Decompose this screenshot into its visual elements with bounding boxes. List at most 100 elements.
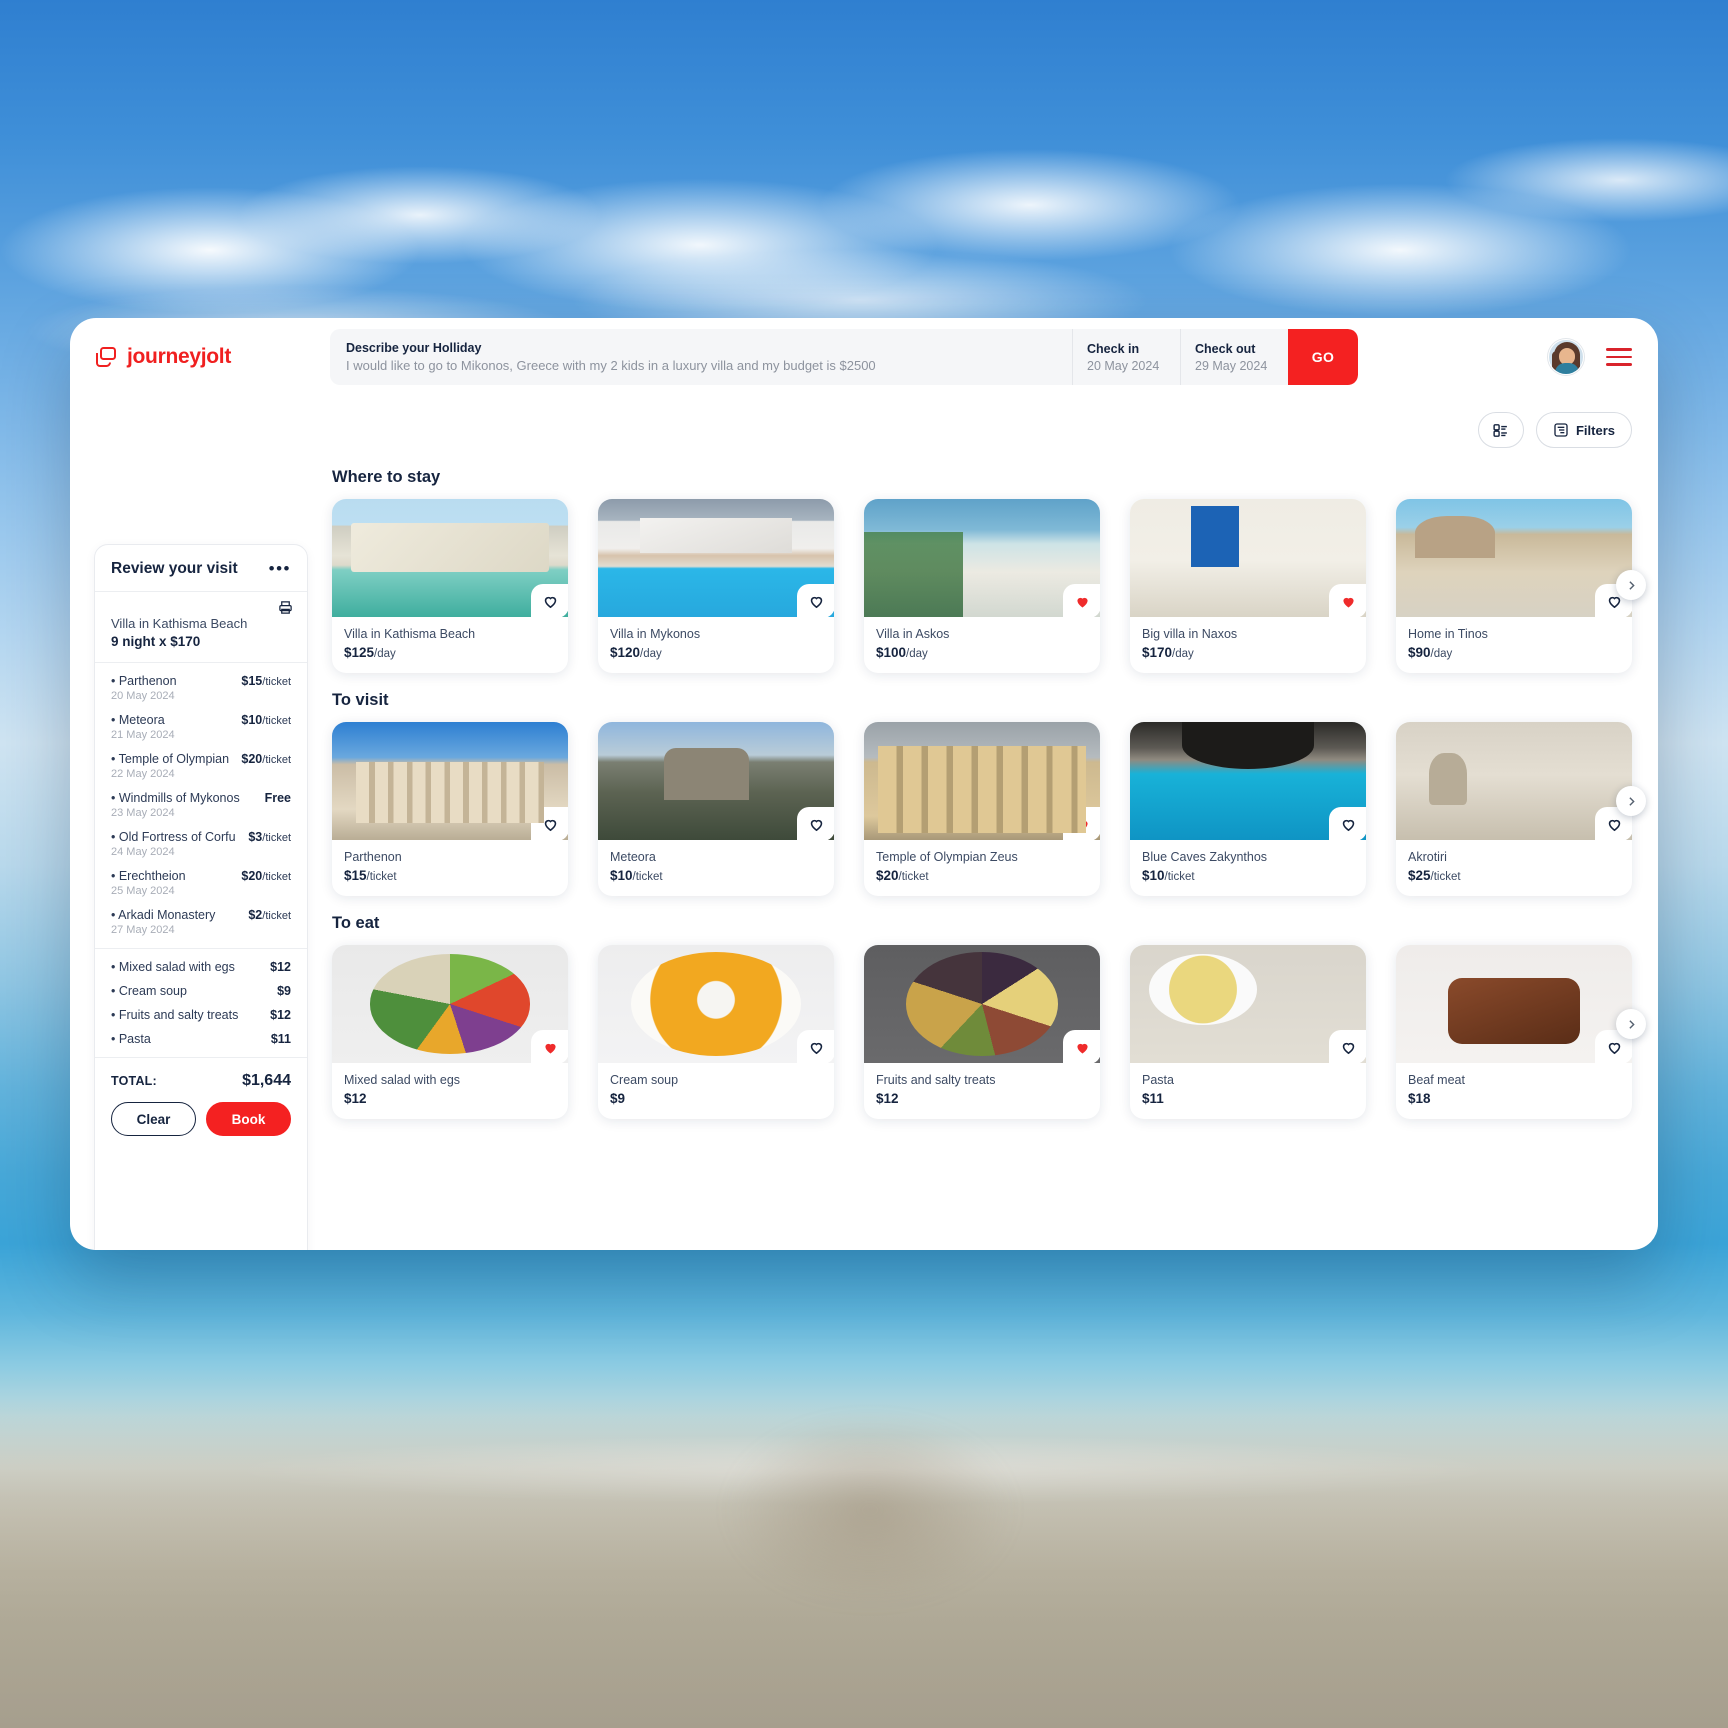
card-title: Villa in Kathisma Beach	[344, 627, 476, 641]
favorite-heart-icon[interactable]	[1063, 807, 1100, 841]
filter-icon	[1554, 423, 1568, 437]
checkin-field[interactable]: Check in 20 May 2024	[1072, 329, 1180, 385]
card-title: Temple of Olympian Zeus	[876, 850, 1018, 864]
card-title: Home in Tinos	[1408, 627, 1488, 641]
filters-button[interactable]: Filters	[1535, 412, 1632, 448]
visit-list-item[interactable]: • Old Fortress of Corfu $3/ticket 24 May 2…	[111, 830, 291, 858]
go-button[interactable]: GO	[1288, 329, 1358, 385]
favorite-heart-icon[interactable]	[1329, 807, 1366, 841]
food-list-item[interactable]: • Cream soup $9	[111, 984, 291, 998]
result-card[interactable]: Temple of Olympian Zeus $20/ticket	[864, 722, 1100, 896]
card-image	[864, 722, 1100, 841]
total-row: TOTAL: $1,644	[95, 1058, 307, 1102]
favorite-heart-icon[interactable]	[1329, 584, 1366, 618]
more-options-icon[interactable]: •••	[269, 560, 291, 577]
favorite-heart-icon[interactable]	[531, 1030, 568, 1064]
card-title: Beaf meat	[1408, 1073, 1465, 1087]
result-card[interactable]: Parthenon $15/ticket	[332, 722, 568, 896]
result-card[interactable]: Villa in Askos $100/day	[864, 499, 1100, 673]
food-list-item[interactable]: • Pasta $11	[111, 1032, 291, 1046]
favorite-heart-icon[interactable]	[531, 807, 568, 841]
clear-button[interactable]: Clear	[111, 1102, 196, 1136]
food-name: • Fruits and salty treats	[111, 1008, 239, 1022]
section-title: Where to stay	[332, 468, 441, 486]
card-title: Villa in Mykonos	[610, 627, 701, 641]
result-card[interactable]: Home in Tinos $90/day	[1396, 499, 1632, 673]
top-bar-right	[1522, 339, 1632, 375]
carousel-next-button[interactable]	[1616, 570, 1646, 600]
carousel-next-button[interactable]	[1616, 786, 1646, 816]
checkout-field[interactable]: Check out 29 May 2024	[1180, 329, 1288, 385]
card-body: Beaf meat $18	[1396, 1063, 1632, 1119]
results-toolbar: Filters	[332, 412, 1632, 448]
visit-date: 20 May 2024	[111, 690, 175, 702]
food-list-item[interactable]: • Fruits and salty treats $12	[111, 1008, 291, 1022]
result-card[interactable]: Blue Caves Zakynthos $10/ticket	[1130, 722, 1366, 896]
review-header: Review your visit •••	[95, 545, 307, 592]
result-card[interactable]: Fruits and salty treats $12	[864, 945, 1100, 1119]
visit-date: 27 May 2024	[111, 924, 175, 936]
card-body: Villa in Mykonos $120/day	[598, 617, 834, 673]
favorite-heart-icon[interactable]	[1329, 1030, 1366, 1064]
card-body: Home in Tinos $90/day	[1396, 617, 1632, 673]
card-image	[1130, 499, 1366, 618]
result-card[interactable]: Meteora $10/ticket	[598, 722, 834, 896]
card-image	[332, 722, 568, 841]
food-list-item[interactable]: • Mixed salad with egs $12	[111, 960, 291, 974]
food-price: $12	[270, 1008, 291, 1022]
brand-name: journeyjolt	[127, 345, 232, 368]
result-card[interactable]: Akrotiri $25/ticket	[1396, 722, 1632, 896]
result-card[interactable]: Mixed salad with egs $12	[332, 945, 568, 1119]
result-card[interactable]: Villa in Kathisma Beach $125/day	[332, 499, 568, 673]
book-button[interactable]: Book	[206, 1102, 291, 1136]
favorite-heart-icon[interactable]	[797, 1030, 834, 1064]
result-card[interactable]: Big villa in Naxos $170/day	[1130, 499, 1366, 673]
carousel-next-button[interactable]	[1616, 1009, 1646, 1039]
result-card[interactable]: Beaf meat $18	[1396, 945, 1632, 1119]
visit-list-item[interactable]: • Temple of Olympian $20/ticket 22 May 202…	[111, 752, 291, 780]
visit-list-item[interactable]: • Windmills of Mykonos Free 23 May 2024	[111, 791, 291, 819]
favorite-heart-icon[interactable]	[531, 584, 568, 618]
menu-icon[interactable]	[1606, 343, 1632, 371]
food-price: $9	[277, 984, 291, 998]
visit-price: $3/ticket	[248, 830, 291, 844]
visit-list-item[interactable]: • Meteora $10/ticket 21 May 2024	[111, 713, 291, 741]
brand-logo[interactable]: journeyjolt	[94, 345, 330, 369]
chevron-right-icon	[1628, 1019, 1635, 1029]
food-name: • Pasta	[111, 1032, 151, 1046]
card-body: Cream soup $9	[598, 1063, 834, 1119]
print-icon[interactable]	[278, 600, 293, 615]
card-body: Mixed salad with egs $12	[332, 1063, 568, 1119]
view-toggle-button[interactable]	[1477, 412, 1524, 448]
visit-list-item[interactable]: • Erechtheion $20/ticket 25 May 2024	[111, 869, 291, 897]
card-row: Mixed salad with egs $12 Cream soup $9 Fruit…	[332, 945, 1632, 1119]
card-price: $100/day	[876, 645, 928, 660]
card-body: Blue Caves Zakynthos $10/ticket	[1130, 840, 1366, 896]
favorite-heart-icon[interactable]	[1063, 1030, 1100, 1064]
card-title: Fruits and salty treats	[876, 1073, 996, 1087]
favorite-heart-icon[interactable]	[797, 584, 834, 618]
card-title: Villa in Askos	[876, 627, 950, 641]
visit-list-item[interactable]: • Arkadi Monastery $2/ticket 27 May 2024	[111, 908, 291, 936]
food-price: $12	[270, 960, 291, 974]
foods-list: • Mixed salad with egs $12 • Cream soup $9 •…	[95, 949, 307, 1058]
card-body: Villa in Askos $100/day	[864, 617, 1100, 673]
favorite-heart-icon[interactable]	[797, 807, 834, 841]
visit-list-item[interactable]: • Parthenon $15/ticket 20 May 2024	[111, 674, 291, 702]
card-price: $12	[344, 1091, 367, 1106]
card-title: Parthenon	[344, 850, 402, 864]
card-image	[864, 945, 1100, 1064]
card-image	[1396, 722, 1632, 841]
avatar[interactable]	[1548, 339, 1584, 375]
card-body: Akrotiri $25/ticket	[1396, 840, 1632, 896]
result-card[interactable]: Villa in Mykonos $120/day	[598, 499, 834, 673]
favorite-heart-icon[interactable]	[1063, 584, 1100, 618]
describe-holiday-field[interactable]: Describe your Holliday I would like to g…	[330, 329, 1072, 385]
sections-host: Where to stay Villa in Kathisma Beach $125…	[332, 468, 1646, 1119]
card-title: Akrotiri	[1408, 850, 1447, 864]
card-price: $120/day	[610, 645, 662, 660]
visit-name: • Temple of Olympian	[111, 752, 230, 766]
visit-price: $15/ticket	[241, 674, 291, 688]
result-card[interactable]: Cream soup $9	[598, 945, 834, 1119]
result-card[interactable]: Pasta $11	[1130, 945, 1366, 1119]
